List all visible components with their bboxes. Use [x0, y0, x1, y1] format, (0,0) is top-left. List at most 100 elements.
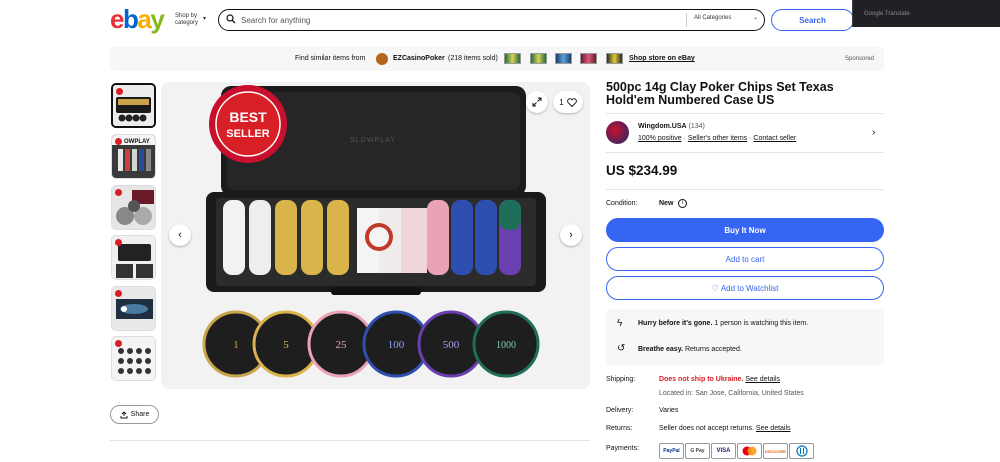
seller-positive-link[interactable]: 100% positive: [638, 135, 682, 142]
google-translate-widget[interactable]: Google Translate: [852, 0, 1000, 27]
promo-thumbnail[interactable]: [555, 53, 572, 64]
chip-value: 1: [233, 339, 239, 351]
best-seller-dot: [115, 239, 122, 246]
badge-line2: SELLER: [226, 128, 269, 140]
info-icon[interactable]: i: [678, 199, 687, 208]
shop-by-line2: category: [175, 20, 199, 26]
mastercard-icon: [742, 446, 757, 456]
returns-value: Seller does not accept returns. See deta…: [659, 425, 791, 432]
returns-see-details-link[interactable]: See details: [756, 425, 791, 432]
listing-title: 500pc 14g Clay Poker Chips Set Texas Hol…: [606, 80, 834, 107]
gallery-thumbnail[interactable]: [111, 336, 156, 381]
return-arrow-icon: ↺: [617, 343, 626, 354]
shipping-value: Does not ship to Ukraine. See details: [659, 376, 780, 383]
mastercard-badge: [737, 443, 762, 459]
chip-value: 1000: [496, 340, 516, 351]
seller-avatar[interactable]: [606, 121, 629, 144]
promo-banner: Find similar items from EZCasinoPoker (2…: [110, 47, 884, 71]
logo-letter-e: e: [110, 4, 124, 34]
gallery-thumbnail[interactable]: OWPLAY: [111, 134, 156, 179]
case-brand-text: SLOWPLAY: [350, 137, 396, 144]
shop-by-category[interactable]: Shop by category ▾: [175, 13, 206, 27]
category-select[interactable]: All Categories: [694, 15, 731, 21]
chip-value: 25: [336, 339, 348, 351]
delivery-value: Varies: [659, 407, 679, 414]
google-pay-badge: G Pay: [685, 443, 710, 459]
shipping-see-details-link[interactable]: See details: [745, 376, 780, 383]
add-to-cart-button[interactable]: Add to cart: [606, 247, 884, 271]
share-icon: [120, 410, 128, 418]
chevron-down-icon: ⌄: [753, 15, 759, 21]
watch-count: 1: [559, 97, 564, 107]
promo-thumbnail[interactable]: [504, 53, 521, 64]
logo-letter-a: a: [137, 4, 151, 34]
search-input[interactable]: [241, 13, 681, 27]
search-bar: All Categories ⌄: [218, 9, 765, 31]
seller-info: Wingdom.USA (134): [638, 123, 705, 130]
diners-icon: [795, 445, 808, 457]
contact-seller-link[interactable]: Contact seller: [753, 135, 796, 142]
chip-value: 100: [388, 339, 405, 351]
seller-other-items-link[interactable]: Seller's other items: [688, 135, 747, 142]
best-seller-dot: [115, 138, 122, 145]
share-button[interactable]: Share: [110, 405, 159, 424]
add-to-watchlist-label: Add to Watchlist: [720, 283, 779, 293]
chip-value: 500: [443, 339, 460, 351]
chevron-right-icon[interactable]: ›: [872, 127, 875, 138]
separator-dot: ·: [683, 135, 686, 142]
best-seller-dot: [115, 189, 122, 196]
best-seller-dot: [116, 88, 123, 95]
promo-text: Find similar items from: [295, 55, 366, 62]
divider: [606, 189, 884, 190]
add-to-watchlist-button[interactable]: ♡ Add to Watchlist: [606, 276, 884, 300]
payments-label: Payments:: [606, 445, 640, 452]
search-button[interactable]: Search: [771, 9, 854, 31]
ebay-logo[interactable]: ebay: [110, 4, 165, 34]
delivery-label: Delivery:: [606, 407, 634, 414]
sponsored-label: Sponsored: [845, 56, 875, 62]
gallery-thumbnail[interactable]: [111, 286, 156, 331]
item-location: Located in: San Jose, California, United…: [659, 390, 804, 397]
expand-image-button[interactable]: [526, 91, 548, 113]
chip-value: 5: [283, 339, 289, 351]
logo-letter-b: b: [122, 4, 139, 34]
product-photo: SLOWPLAY 1 5 25 100 500 1000 BEST SELLER: [202, 85, 546, 378]
seller-feedback-count[interactable]: (134): [689, 123, 705, 130]
shipping-warning: Does not ship to Ukraine.: [659, 376, 744, 383]
divider: [606, 113, 884, 114]
heart-icon: ♡: [711, 283, 719, 293]
urgency-panel: ϟ Hurry before it's gone. 1 person is wa…: [606, 309, 884, 366]
main-product-image[interactable]: SLOWPLAY 1 5 25 100 500 1000 BEST SELLER…: [161, 82, 590, 389]
best-seller-dot: [115, 290, 122, 297]
next-image-button[interactable]: ›: [560, 224, 582, 246]
seller-name[interactable]: Wingdom.USA: [638, 123, 687, 130]
promo-thumbnail[interactable]: [580, 53, 597, 64]
gallery-thumbnail[interactable]: [111, 83, 156, 128]
promo-thumbnail[interactable]: [606, 53, 623, 64]
shop-store-link[interactable]: Shop store on eBay: [629, 55, 695, 62]
urgency-title: Hurry before it's gone.: [638, 320, 713, 327]
gallery-thumbnail[interactable]: [111, 235, 156, 280]
divider: [606, 152, 884, 153]
promo-items-sold: (218 items sold): [448, 55, 498, 62]
watch-count-button[interactable]: 1: [553, 91, 583, 113]
heart-icon: [566, 97, 577, 107]
item-price: US $234.99: [606, 163, 678, 178]
shipping-label: Shipping:: [606, 376, 636, 383]
promo-thumbnail[interactable]: [530, 53, 547, 64]
urgency-message: Hurry before it's gone. 1 person is watc…: [638, 320, 808, 327]
share-label: Share: [130, 411, 150, 418]
seller-links: 100% positive · Seller's other items · C…: [638, 135, 796, 142]
previous-image-button[interactable]: ‹: [169, 224, 191, 246]
visa-badge: VISA: [711, 443, 736, 459]
chip-row: [202, 310, 540, 378]
buy-it-now-button[interactable]: Buy It Now: [606, 218, 884, 242]
shop-by-line1: Shop by: [175, 13, 198, 19]
logo-letter-y: y: [150, 4, 164, 34]
promo-seller-link[interactable]: EZCasinoPoker: [393, 55, 445, 62]
seller-store-logo: [376, 53, 388, 65]
svg-text:OWPLAY: OWPLAY: [124, 139, 150, 145]
best-seller-dot: [115, 340, 122, 347]
lightning-icon: ϟ: [617, 318, 623, 329]
gallery-thumbnail[interactable]: [111, 185, 156, 230]
